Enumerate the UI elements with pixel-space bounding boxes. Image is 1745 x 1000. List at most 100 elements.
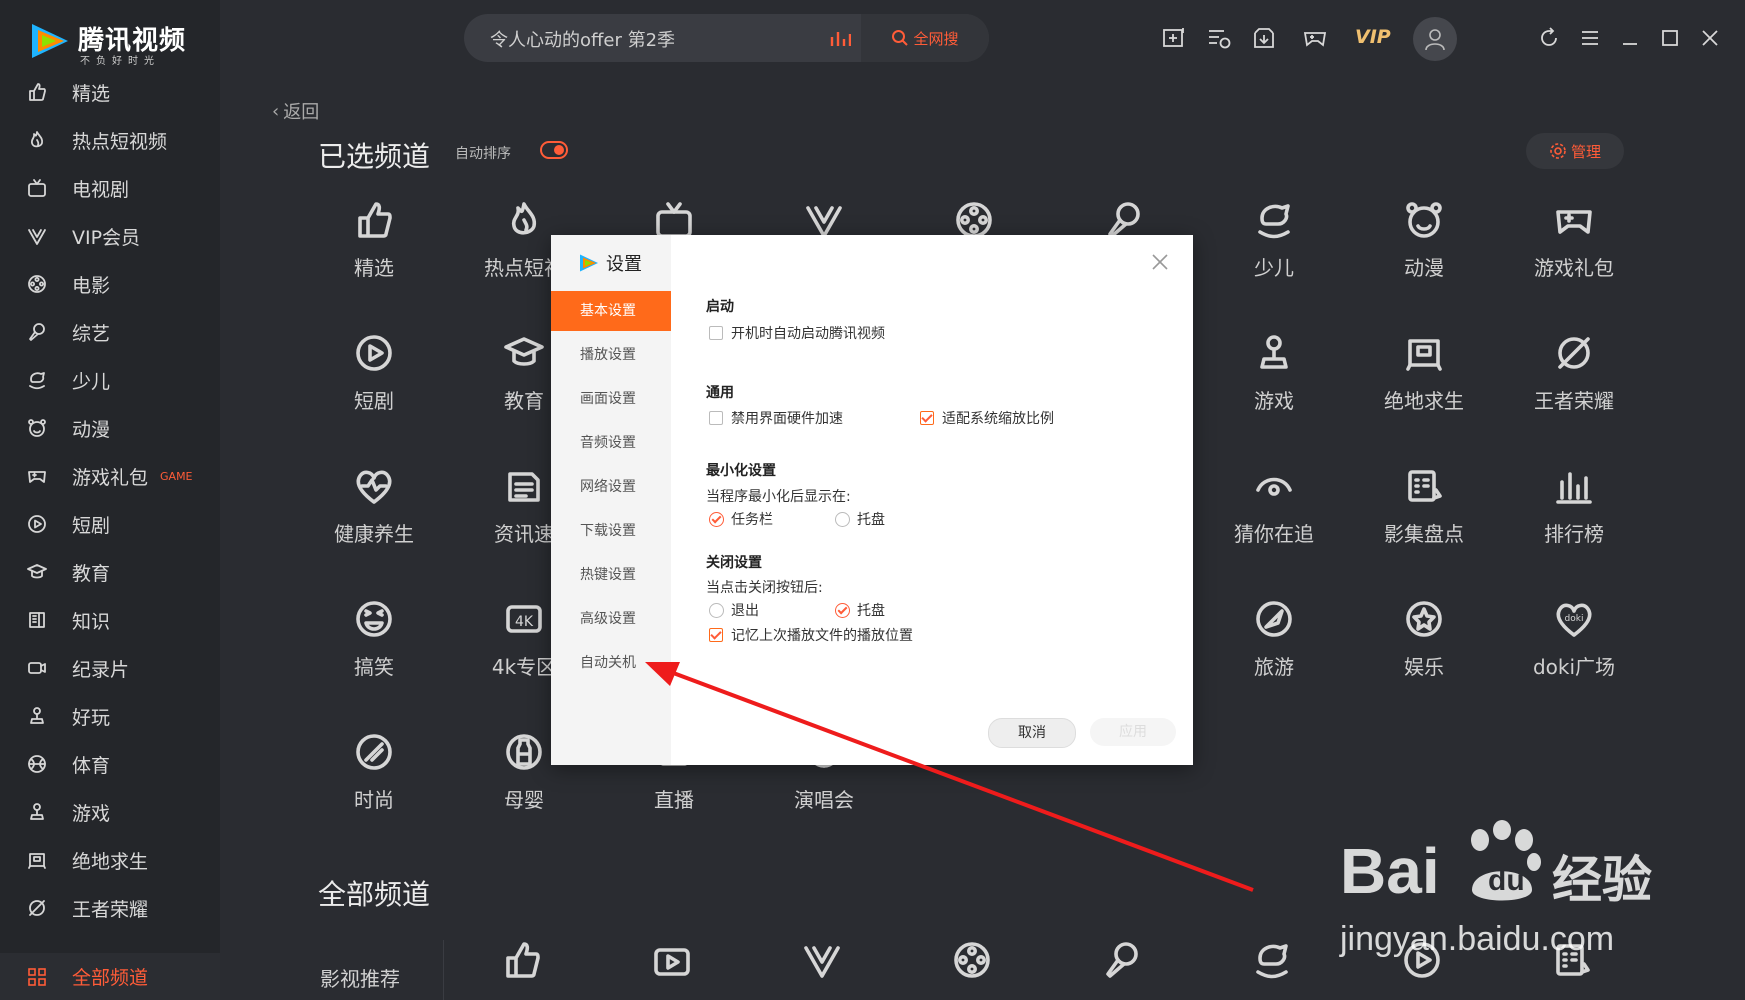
manage-button[interactable]: 管理 (1526, 133, 1624, 169)
play-circle-icon (26, 513, 48, 535)
user-avatar[interactable] (1413, 17, 1457, 61)
channel-item[interactable]: 健康养生 (314, 466, 434, 547)
settings-menu-item[interactable]: 热键设置 (551, 555, 671, 595)
dialog-title: 设置 (578, 250, 642, 276)
sidebar-item[interactable]: 综艺 (0, 310, 220, 354)
settings-menu-item[interactable]: 音频设置 (551, 423, 671, 463)
hot-chart-icon[interactable] (829, 28, 852, 52)
history-list-icon[interactable] (1205, 24, 1233, 52)
sidebar-item[interactable]: 电影 (0, 262, 220, 306)
crate-icon (26, 849, 48, 871)
sidebar-item[interactable]: 热点短视频 (0, 118, 220, 162)
sidebar-item[interactable]: 知识 (0, 598, 220, 642)
channel-item[interactable]: 精选 (314, 200, 434, 281)
sidebar-item-all-channels[interactable]: 全部频道 (0, 953, 220, 1000)
crate-icon (1404, 333, 1444, 373)
sidebar-item[interactable]: 电视剧 (0, 166, 220, 210)
vip-v-icon[interactable] (802, 940, 842, 984)
channel-item[interactable]: 王者荣耀 (1514, 333, 1634, 414)
channel-item[interactable]: 影集盘点 (1364, 466, 1484, 547)
sidebar-item[interactable]: 教育 (0, 550, 220, 594)
rocking-horse-icon[interactable] (1252, 940, 1292, 984)
channel-label: doki广场 (1532, 655, 1616, 679)
settings-menu-item[interactable]: 网络设置 (551, 467, 671, 507)
flame-icon (504, 200, 544, 240)
minimize-icon[interactable] (1616, 24, 1644, 52)
close-icon[interactable] (1696, 24, 1724, 52)
sidebar-item[interactable]: 王者荣耀 (0, 886, 220, 930)
sidebar-item[interactable]: 游戏礼包 GAME (0, 454, 220, 498)
sidebar-item-label: 动漫 (72, 418, 111, 441)
cartoon-face-icon (26, 417, 48, 439)
vip-button[interactable]: VIP (1355, 26, 1391, 48)
film-reel-icon[interactable] (952, 940, 992, 984)
settings-menu-item[interactable]: 基本设置 (551, 291, 671, 331)
close-tray-radio[interactable]: 托盘 (835, 600, 885, 620)
channel-item[interactable]: 游戏礼包 (1514, 200, 1634, 281)
channel-label: 旅游 (1254, 655, 1294, 679)
settings-menu-item[interactable]: 高级设置 (551, 599, 671, 639)
settings-menu-item[interactable]: 播放设置 (551, 335, 671, 375)
upload-play-icon[interactable] (652, 940, 692, 984)
channel-item[interactable]: 搞笑 (314, 599, 434, 680)
sidebar-item[interactable]: 短剧 (0, 502, 220, 546)
channel-item[interactable]: doki doki广场 (1514, 599, 1634, 680)
sidebar-item-label: 王者荣耀 (72, 898, 149, 921)
channel-item[interactable]: 猜你在追 (1214, 466, 1334, 547)
channel-item[interactable]: 短剧 (314, 333, 434, 414)
tencent-video-logo-icon (580, 254, 598, 272)
apply-button[interactable]: 应用 (1090, 718, 1176, 746)
download-icon[interactable] (1250, 24, 1278, 52)
channel-item[interactable]: 时尚 (314, 732, 434, 813)
sidebar-item[interactable]: 动漫 (0, 406, 220, 450)
global-search-button[interactable]: 全网搜 (861, 14, 989, 62)
sidebar-item[interactable]: VIP会员 (0, 214, 220, 258)
channel-item[interactable]: 娱乐 (1364, 599, 1484, 680)
search-input[interactable]: 令人心动的offer 第2季 (490, 26, 675, 52)
menu-icon[interactable] (1576, 24, 1604, 52)
sidebar-item[interactable]: 少儿 (0, 358, 220, 402)
channel-item[interactable]: 旅游 (1214, 599, 1334, 680)
settings-menu-item[interactable]: 自动关机 (551, 643, 671, 683)
app-logo[interactable]: 腾讯视频 不负好时光 (28, 16, 208, 68)
settings-menu-item[interactable]: 下载设置 (551, 511, 671, 551)
cancel-button[interactable]: 取消 (988, 718, 1076, 748)
sidebar-item[interactable]: 体育 (0, 742, 220, 786)
maximize-icon[interactable] (1656, 24, 1684, 52)
channel-item[interactable]: 动漫 (1364, 200, 1484, 281)
collection-icon (1404, 466, 1444, 506)
channel-item[interactable]: 排行榜 (1514, 466, 1634, 547)
sidebar-item[interactable]: 绝地求生 (0, 838, 220, 882)
option-label: 适配系统缩放比例 (942, 411, 1054, 427)
disable-hw-accel-checkbox[interactable]: 禁用界面硬件加速 (709, 408, 843, 428)
channel-item[interactable]: 少儿 (1214, 200, 1334, 281)
divider (443, 940, 444, 1000)
category-label[interactable]: 影视推荐 (320, 963, 400, 992)
channel-item[interactable]: 绝地求生 (1364, 333, 1484, 414)
close-exit-radio[interactable]: 退出 (709, 600, 759, 620)
sidebar-item[interactable]: 好玩 (0, 694, 220, 738)
eye-follow-icon (1254, 466, 1294, 506)
sidebar-item[interactable]: 精选 (0, 70, 220, 114)
startup-autolaunch-checkbox[interactable]: 开机时自动启动腾讯视频 (709, 323, 885, 343)
refresh-icon[interactable] (1535, 24, 1563, 52)
channel-label: 绝地求生 (1384, 389, 1464, 413)
dialog-close-icon[interactable] (1151, 253, 1169, 275)
grid-icon (26, 966, 48, 988)
system-scale-checkbox[interactable]: 适配系统缩放比例 (920, 408, 1054, 428)
back-link[interactable]: ‹ 返回 (272, 98, 319, 124)
remember-position-checkbox[interactable]: 记忆上次播放文件的播放位置 (709, 625, 913, 645)
sidebar-item[interactable]: 游戏 (0, 790, 220, 834)
sidebar-item-label: 精选 (72, 82, 111, 105)
upload-icon[interactable] (1160, 24, 1188, 52)
minimize-taskbar-radio[interactable]: 任务栏 (709, 509, 773, 529)
gamepad-icon[interactable] (1301, 24, 1329, 52)
thumbs-up-icon[interactable] (502, 940, 542, 984)
minimize-tray-radio[interactable]: 托盘 (835, 509, 885, 529)
settings-menu-item[interactable]: 画面设置 (551, 379, 671, 419)
channel-item[interactable]: 游戏 (1214, 333, 1334, 414)
search-bar[interactable]: 令人心动的offer 第2季 全网搜 (464, 14, 989, 62)
sidebar-item[interactable]: 纪录片 (0, 646, 220, 690)
auto-sort-toggle[interactable] (540, 141, 568, 159)
microphone-icon[interactable] (1102, 940, 1142, 984)
